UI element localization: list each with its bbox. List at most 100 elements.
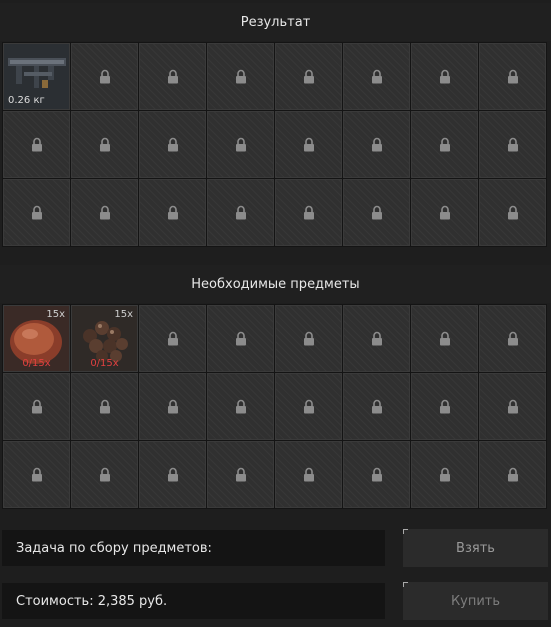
lock-icon [371, 69, 382, 84]
lock-icon [303, 137, 314, 152]
result-grid: 0.26 кг [2, 42, 547, 247]
locked-slot [411, 441, 478, 508]
locked-slot [139, 43, 206, 110]
locked-slot [479, 305, 546, 372]
required-item-slot[interactable]: 15x 0/15x [71, 305, 138, 372]
lock-icon [303, 399, 314, 414]
lock-icon [439, 331, 450, 346]
locked-slot [139, 305, 206, 372]
lock-icon [507, 331, 518, 346]
lock-icon [235, 399, 246, 414]
lock-icon [303, 69, 314, 84]
lock-icon [439, 399, 450, 414]
locked-slot [71, 441, 138, 508]
result-item-slot[interactable]: 0.26 кг [3, 43, 70, 110]
locked-slot [207, 43, 274, 110]
locked-slot [139, 111, 206, 178]
lock-icon [439, 69, 450, 84]
item-required-count: 0/15x [90, 358, 119, 369]
locked-slot [71, 179, 138, 246]
lock-icon [99, 205, 110, 220]
locked-slot [207, 179, 274, 246]
lock-icon [303, 205, 314, 220]
lock-icon [371, 205, 382, 220]
item-quantity: 15x [114, 309, 133, 320]
locked-slot [479, 111, 546, 178]
locked-slot [343, 441, 410, 508]
take-button[interactable]: Взять [403, 529, 548, 567]
locked-slot [3, 111, 70, 178]
lock-icon [371, 331, 382, 346]
lock-icon [439, 205, 450, 220]
lock-icon [439, 467, 450, 482]
lock-icon [371, 467, 382, 482]
locked-slot [343, 373, 410, 440]
lock-icon [99, 399, 110, 414]
lock-icon [167, 69, 178, 84]
locked-slot [139, 373, 206, 440]
locked-slot [139, 441, 206, 508]
item-required-count: 0/15x [22, 358, 51, 369]
lock-icon [235, 137, 246, 152]
lock-icon [31, 467, 42, 482]
lock-icon [371, 399, 382, 414]
locked-slot [207, 111, 274, 178]
locked-slot [207, 373, 274, 440]
lock-icon [507, 467, 518, 482]
locked-slot [71, 111, 138, 178]
locked-slot [275, 373, 342, 440]
lock-icon [31, 399, 42, 414]
locked-slot [411, 111, 478, 178]
locked-slot [3, 441, 70, 508]
locked-slot [207, 441, 274, 508]
locked-slot [275, 43, 342, 110]
locked-slot [275, 179, 342, 246]
lock-icon [31, 137, 42, 152]
required-item-slot[interactable]: 15x 0/15x [3, 305, 70, 372]
locked-slot [411, 179, 478, 246]
lock-icon [99, 69, 110, 84]
locked-slot [479, 373, 546, 440]
locked-slot [71, 373, 138, 440]
lock-icon [31, 205, 42, 220]
locked-slot [411, 373, 478, 440]
lock-icon [507, 69, 518, 84]
lock-icon [99, 137, 110, 152]
locked-slot [275, 111, 342, 178]
lock-icon [439, 137, 450, 152]
locked-slot [275, 441, 342, 508]
lock-icon [371, 137, 382, 152]
lock-icon [507, 205, 518, 220]
locked-slot [343, 43, 410, 110]
result-title: Результат [0, 3, 551, 41]
lock-icon [167, 399, 178, 414]
item-quantity: 15x [46, 309, 65, 320]
lock-icon [167, 467, 178, 482]
lock-icon [99, 467, 110, 482]
lock-icon [235, 69, 246, 84]
lock-icon [303, 467, 314, 482]
lock-icon [507, 399, 518, 414]
lock-icon [235, 205, 246, 220]
locked-slot [3, 373, 70, 440]
locked-slot [3, 179, 70, 246]
cost-label: Стоимость: 2,385 руб. [2, 583, 385, 619]
locked-slot [343, 111, 410, 178]
lock-icon [167, 205, 178, 220]
lock-icon [507, 137, 518, 152]
lock-icon [167, 137, 178, 152]
locked-slot [411, 43, 478, 110]
locked-slot [343, 179, 410, 246]
required-items-grid: 15x 0/15x 15x 0/15x [2, 304, 547, 509]
locked-slot [71, 43, 138, 110]
locked-slot [139, 179, 206, 246]
locked-slot [479, 441, 546, 508]
locked-slot [207, 305, 274, 372]
buy-button[interactable]: Купить [403, 582, 548, 620]
crafting-panel: Результат 0.26 кг Необходимые предметы 1… [0, 0, 551, 627]
locked-slot [479, 43, 546, 110]
locked-slot [479, 179, 546, 246]
lock-icon [167, 331, 178, 346]
item-weight: 0.26 кг [8, 95, 45, 106]
required-items-title: Необходимые предметы [0, 265, 551, 303]
